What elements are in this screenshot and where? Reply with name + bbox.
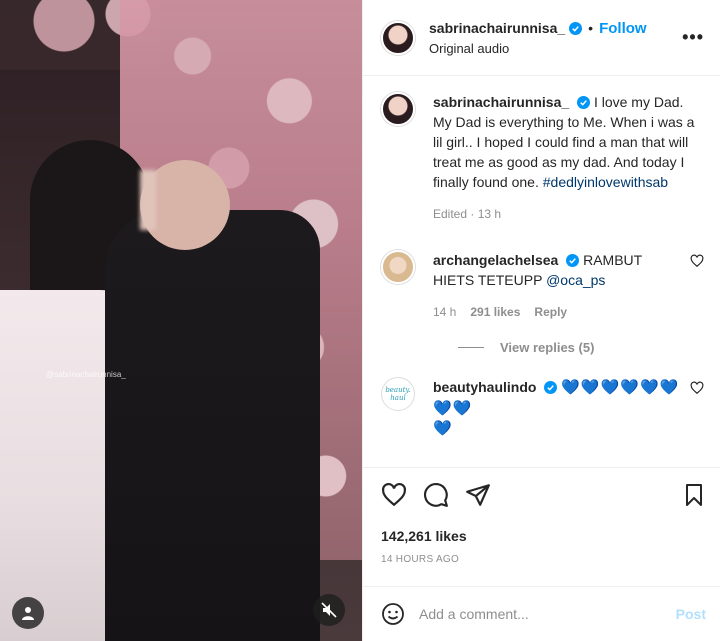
comment-mention[interactable]: @oca_ps xyxy=(546,272,605,288)
post-panel: sabrinachairunnisa_ • Follow Original au… xyxy=(362,0,720,641)
view-replies-label: View replies (5) xyxy=(500,340,595,355)
tagged-user-button[interactable] xyxy=(12,597,44,629)
emoji-icon[interactable] xyxy=(381,602,405,626)
comment: archangelachelsea RAMBUT HIETS TETEUPP @… xyxy=(381,250,704,322)
verified-badge-icon xyxy=(577,96,591,109)
caption-meta: Edited · 13 h xyxy=(433,207,502,221)
view-replies-line xyxy=(458,347,484,348)
comment-username[interactable]: beautyhaulindo xyxy=(433,379,536,395)
comment-input[interactable] xyxy=(419,606,676,622)
comment-username[interactable]: archangelachelsea xyxy=(433,252,558,268)
post-button[interactable]: Post xyxy=(676,606,706,622)
comment-composer: Post xyxy=(363,586,720,641)
post-timestamp: 14 HOURS AGO xyxy=(381,554,460,565)
author-avatar[interactable] xyxy=(381,20,415,55)
post-header: sabrinachairunnisa_ • Follow Original au… xyxy=(363,0,720,76)
separator-dot: • xyxy=(588,20,594,36)
reply-button[interactable]: Reply xyxy=(534,302,567,322)
author-username[interactable]: sabrinachairunnisa_ xyxy=(429,20,565,36)
verified-badge-icon xyxy=(569,21,583,35)
user-icon xyxy=(22,607,34,620)
like-comment-heart-icon[interactable] xyxy=(690,254,704,268)
video-watermark: @sabrinachairunnisa_ xyxy=(46,370,126,379)
caption-hashtag[interactable]: #dedlyinlovewithsab xyxy=(543,174,668,190)
groom-suit xyxy=(105,210,320,641)
comment: beauty. haul beautyhaulindo 💙💙💙💙💙💙💙💙 💙 xyxy=(381,377,704,439)
caption-username[interactable]: sabrinachairunnisa_ xyxy=(433,94,569,110)
view-replies-button[interactable]: View replies (5) xyxy=(458,340,704,355)
audio-link[interactable]: Original audio xyxy=(429,41,682,56)
verified-badge-icon xyxy=(544,381,558,394)
caption-avatar[interactable] xyxy=(381,92,415,126)
verified-badge-icon xyxy=(566,254,580,267)
post-actions: 142,261 likes 14 HOURS AGO xyxy=(363,467,720,565)
comment-likes[interactable]: 291 likes xyxy=(470,302,520,322)
more-options-button[interactable]: ••• xyxy=(682,27,704,48)
share-send-icon[interactable] xyxy=(465,482,491,508)
blurred-area xyxy=(140,170,156,230)
comment-avatar[interactable]: beauty. haul xyxy=(381,377,415,411)
likes-count[interactable]: 142,261 likes xyxy=(381,528,706,544)
comments-list: sabrinachairunnisa_ I love my Dad. My Da… xyxy=(363,76,720,466)
comment-bubble-icon[interactable] xyxy=(423,482,449,508)
mute-button[interactable] xyxy=(313,594,345,626)
video-player[interactable]: @sabrinachairunnisa_ xyxy=(0,0,362,641)
like-comment-heart-icon[interactable] xyxy=(690,381,704,395)
follow-button[interactable]: Follow xyxy=(599,20,647,37)
like-heart-icon[interactable] xyxy=(381,482,407,508)
save-bookmark-icon[interactable] xyxy=(682,483,706,507)
caption: sabrinachairunnisa_ I love my Dad. My Da… xyxy=(381,92,704,224)
comment-text-line2: 💙 xyxy=(433,420,453,437)
comment-avatar[interactable] xyxy=(381,250,415,284)
comment-time: 14 h xyxy=(433,305,457,319)
speaker-muted-icon xyxy=(321,602,337,618)
